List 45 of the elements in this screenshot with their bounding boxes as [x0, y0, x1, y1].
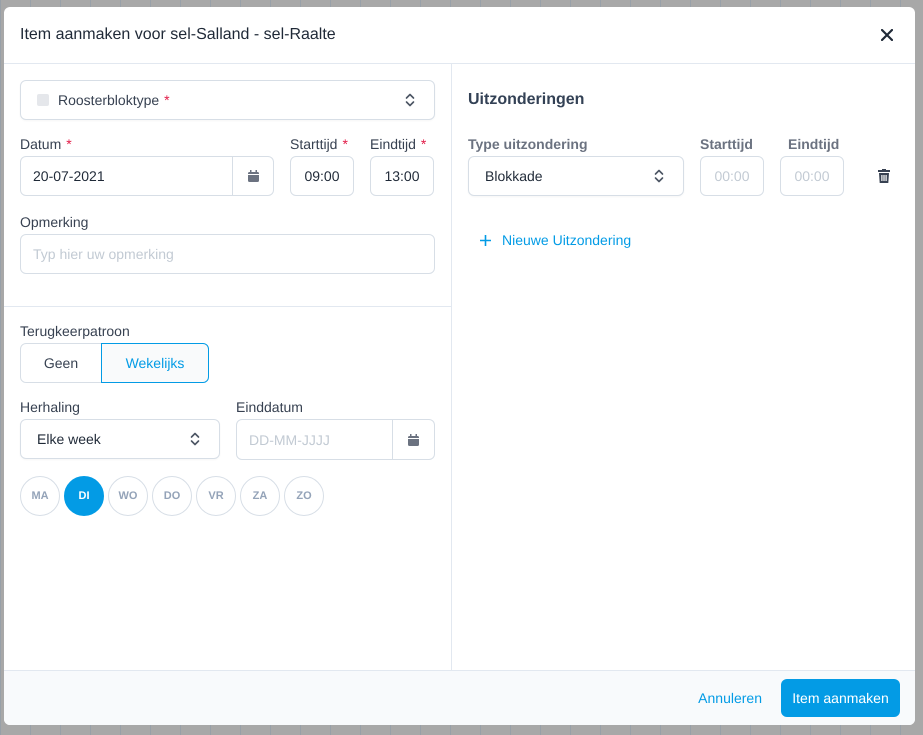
- chevron-updown-icon: [190, 432, 200, 446]
- weekday-toggle[interactable]: DI: [64, 476, 104, 516]
- repeat-select[interactable]: Elke week: [20, 419, 220, 459]
- time-field[interactable]: 00:00: [780, 156, 844, 196]
- calendar-button[interactable]: [233, 156, 274, 196]
- dialog-title: Item aanmaken voor sel-Salland - sel-Raalte: [20, 25, 336, 45]
- field-label: Eindtijd: [787, 135, 840, 154]
- weekday-toggle[interactable]: MA: [20, 476, 60, 516]
- plus-icon: [480, 234, 491, 246]
- field-label: Starttijd *: [290, 135, 349, 154]
- time-field[interactable]: 00:00: [700, 156, 764, 196]
- field-label: Type uitzondering: [468, 135, 589, 154]
- submit-button[interactable]: Item aanmaken: [781, 679, 900, 717]
- time-field[interactable]: 13:00: [370, 156, 434, 196]
- time-field[interactable]: 09:00: [290, 156, 354, 196]
- recurrence-tab[interactable]: Wekelijks: [101, 343, 209, 383]
- weekday-toggle[interactable]: WO: [108, 476, 148, 516]
- weekday-toggle[interactable]: ZO: [284, 476, 324, 516]
- remark-field[interactable]: Typ hier uw opmerking: [20, 234, 435, 274]
- field-label: Eindtijd *: [370, 135, 428, 154]
- field-label: Datum *: [20, 135, 73, 154]
- date-field[interactable]: 20-07-2021: [20, 156, 233, 196]
- weekday-toggle[interactable]: DO: [152, 476, 192, 516]
- section-title: Uitzonderingen: [468, 90, 586, 110]
- calendar-icon: [408, 434, 419, 446]
- chevron-updown-icon: [654, 169, 664, 183]
- type-select[interactable]: Roosterbloktype *: [20, 80, 435, 120]
- chevron-updown-icon: [405, 93, 415, 107]
- recurrence-tab[interactable]: Geen: [20, 343, 102, 383]
- add-exception-link[interactable]: Nieuwe Uitzondering: [480, 228, 632, 252]
- swatch-icon: [37, 94, 49, 106]
- field-label: Starttijd: [700, 135, 754, 154]
- exception-type-select[interactable]: Blokkade: [468, 156, 684, 196]
- field-label: Opmerking: [20, 213, 90, 232]
- field-label: Einddatum: [236, 398, 304, 417]
- field-label: Terugkeerpatroon: [20, 322, 131, 341]
- end-date-field[interactable]: DD-MM-JJJJ: [236, 419, 393, 460]
- close-icon: [881, 29, 893, 41]
- trash-icon: [878, 169, 890, 183]
- calendar-icon: [248, 170, 258, 182]
- cancel-button[interactable]: Annuleren: [686, 679, 774, 717]
- calendar-button[interactable]: [393, 419, 435, 460]
- weekday-toggle[interactable]: VR: [196, 476, 236, 516]
- weekday-toggle[interactable]: ZA: [240, 476, 280, 516]
- field-label: Herhaling: [20, 398, 81, 417]
